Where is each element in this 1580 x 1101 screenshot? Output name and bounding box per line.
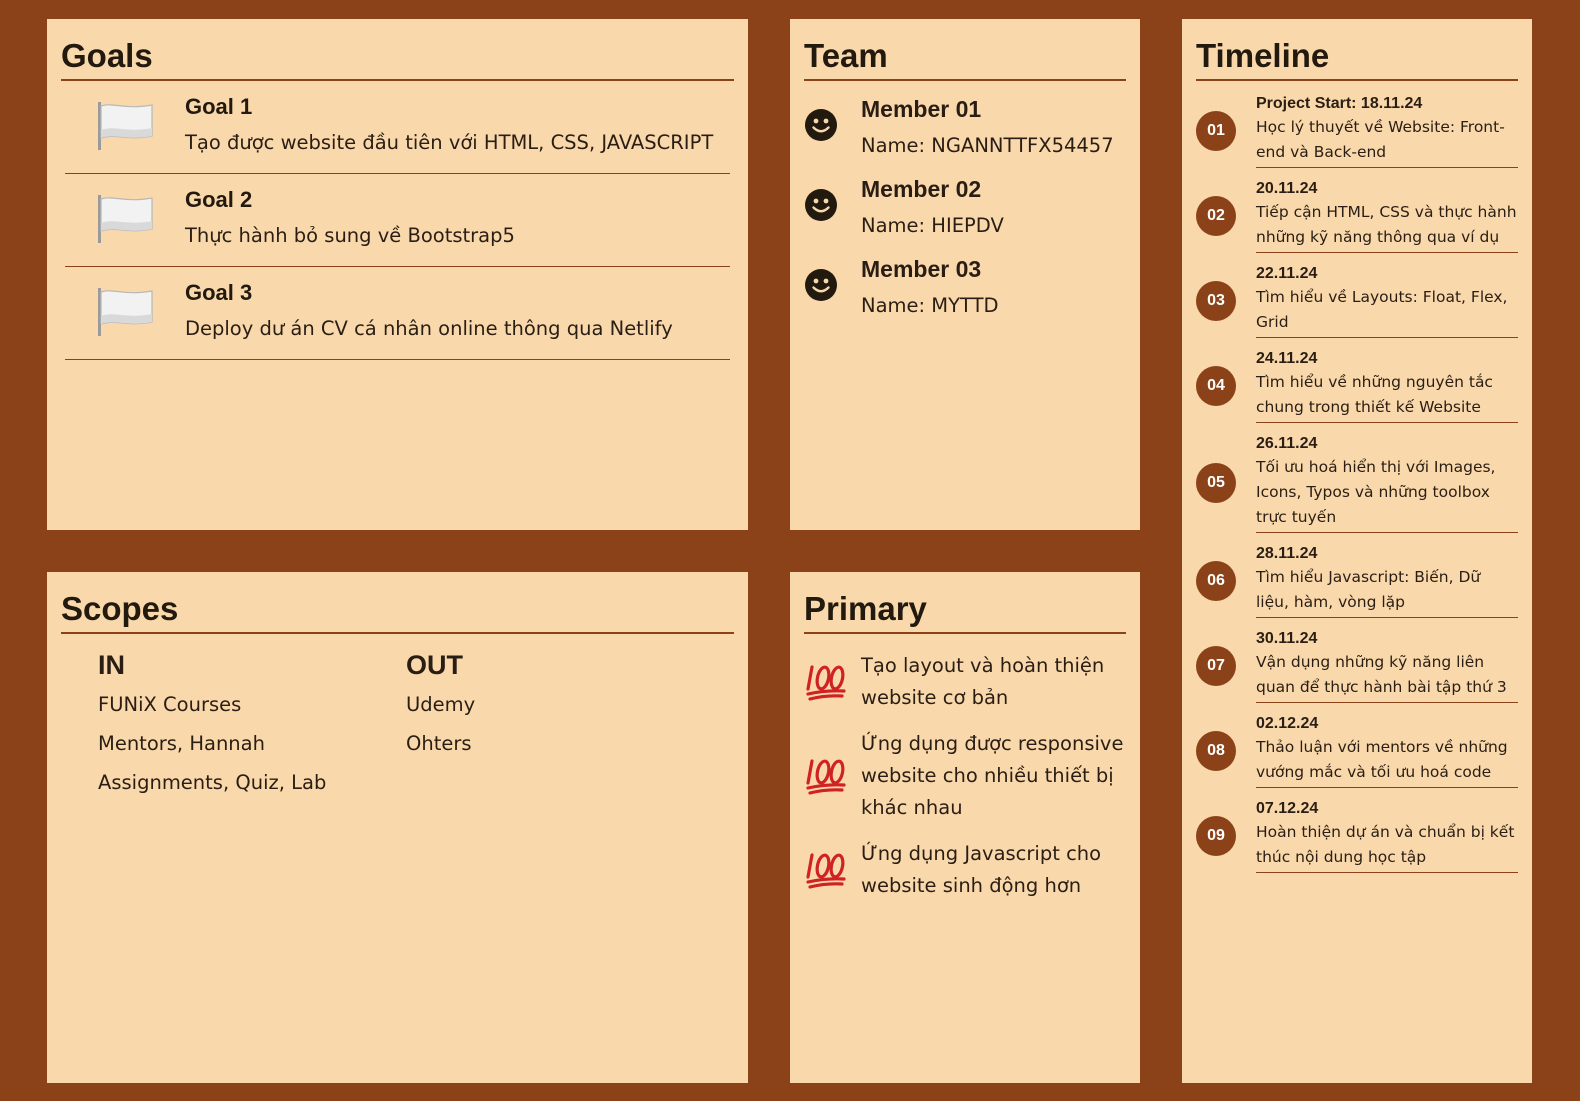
timeline-description: Hoàn thiện dự án và chuẩn bị kết thúc nộ… xyxy=(1256,823,1515,866)
hundred-points-icon xyxy=(804,751,861,801)
timeline-item: 05 26.11.24 Tối ưu hoá hiển thị với Imag… xyxy=(1196,433,1518,533)
step-number-badge: 07 xyxy=(1196,645,1236,686)
timeline-item: 09 07.12.24 Hoàn thiện dự án và chuẩn bị… xyxy=(1196,798,1518,873)
member-name: Name: MYTTD xyxy=(861,294,999,317)
scope-item: Ohters xyxy=(406,732,472,755)
primary-panel: Primary Tạo layout và hoàn thiện website… xyxy=(790,572,1140,1083)
smiley-icon xyxy=(804,188,861,226)
timeline-date: 22.11.24 xyxy=(1256,265,1318,282)
member-title: Member 03 xyxy=(861,256,982,282)
timeline-date: 02.12.24 xyxy=(1256,715,1319,732)
timeline-item: 06 28.11.24 Tìm hiểu Javascript: Biến, D… xyxy=(1196,543,1518,618)
timeline-description: Vận dụng những kỹ năng liên quan để thực… xyxy=(1256,653,1507,696)
timeline-item: 04 24.11.24 Tìm hiểu về những nguyên tắc… xyxy=(1196,348,1518,423)
step-number-badge: 08 xyxy=(1196,730,1236,771)
member-name: Name: NGANNTTFX54457 xyxy=(861,134,1114,157)
primary-text: Tạo layout và hoàn thiện website cơ bản xyxy=(861,654,1105,709)
primary-heading: Primary xyxy=(804,586,1126,634)
scopes-heading: Scopes xyxy=(61,586,734,634)
primary-item: Tạo layout và hoàn thiện website cơ bản xyxy=(804,650,1126,714)
timeline-description: Học lý thuyết về Website: Front-end và B… xyxy=(1256,118,1505,161)
smiley-icon xyxy=(804,108,861,146)
timeline-item: 07 30.11.24 Vận dụng những kỹ năng liên … xyxy=(1196,628,1518,703)
team-member: Member 02 Name: HIEPDV xyxy=(804,161,1126,241)
scope-item: FUNiX Courses xyxy=(98,693,242,716)
step-number-badge: 03 xyxy=(1196,280,1236,321)
smiley-icon xyxy=(804,268,861,306)
goal-description: Thực hành bỏ sung về Bootstrap5 xyxy=(185,224,515,247)
primary-text: Ứng dụng được responsive website cho nhi… xyxy=(861,732,1124,819)
timeline-item: 03 22.11.24 Tìm hiểu về Layouts: Float, … xyxy=(1196,263,1518,338)
timeline-date: 30.11.24 xyxy=(1256,630,1318,647)
timeline-description: Thảo luận với mentors về những vướng mắc… xyxy=(1256,738,1508,781)
timeline-date: 26.11.24 xyxy=(1256,435,1318,452)
timeline-date: 20.11.24 xyxy=(1256,180,1318,197)
goal-item: Goal 3 Deploy dư án CV cá nhân online th… xyxy=(65,267,730,360)
timeline-description: Tối ưu hoá hiển thị với Images, Icons, T… xyxy=(1256,458,1496,526)
scope-in-heading: IN xyxy=(98,650,125,680)
primary-text: Ứng dụng Javascript cho website sinh độn… xyxy=(861,842,1102,897)
goal-title: Goal 1 xyxy=(185,94,253,119)
timeline-date: 28.11.24 xyxy=(1256,545,1318,562)
hundred-points-icon xyxy=(804,845,861,895)
step-number-badge: 06 xyxy=(1196,560,1236,601)
team-member: Member 03 Name: MYTTD xyxy=(804,241,1126,321)
scope-out-heading: OUT xyxy=(406,650,463,680)
primary-item: Ứng dụng Javascript cho website sinh độn… xyxy=(804,838,1126,902)
step-number-badge: 05 xyxy=(1196,463,1236,503)
white-flag-icon xyxy=(65,193,185,245)
member-title: Member 01 xyxy=(861,96,982,122)
step-number-badge: 01 xyxy=(1196,110,1236,151)
white-flag-icon xyxy=(65,286,185,338)
timeline-item: 08 02.12.24 Thảo luận với mentors về nhữ… xyxy=(1196,713,1518,788)
goal-description: Deploy dư án CV cá nhân online thông qua… xyxy=(185,317,673,340)
primary-item: Ứng dụng được responsive website cho nhi… xyxy=(804,728,1126,824)
scope-out-column: OUT Udemy Ohters xyxy=(406,648,714,796)
goal-description: Tạo được website đầu tiên với HTML, CSS,… xyxy=(185,131,714,154)
scopes-panel: Scopes IN FUNiX Courses Mentors, Hannah … xyxy=(47,572,748,1083)
timeline-date: 24.11.24 xyxy=(1256,350,1318,367)
scope-item: Udemy xyxy=(406,693,476,716)
timeline-date: 07.12.24 xyxy=(1256,800,1319,817)
team-panel: Team Member 01 Name: NGANNTTFX54457 Memb… xyxy=(790,19,1140,530)
member-title: Member 02 xyxy=(861,176,982,202)
team-member: Member 01 Name: NGANNTTFX54457 xyxy=(804,81,1126,161)
hundred-points-icon xyxy=(804,657,861,707)
timeline-date: Project Start: 18.11.24 xyxy=(1256,95,1423,112)
timeline-item: 01 Project Start: 18.11.24 Học lý thuyết… xyxy=(1196,93,1518,168)
timeline-heading: Timeline xyxy=(1196,33,1518,81)
timeline-description: Tìm hiểu về Layouts: Float, Flex, Grid xyxy=(1256,288,1508,331)
scope-in-column: IN FUNiX Courses Mentors, Hannah Assignm… xyxy=(98,648,406,796)
goal-title: Goal 3 xyxy=(185,280,253,305)
team-heading: Team xyxy=(804,33,1126,81)
step-number-badge: 02 xyxy=(1196,195,1236,236)
timeline-item: 02 20.11.24 Tiếp cận HTML, CSS và thực h… xyxy=(1196,178,1518,253)
goal-item: Goal 2 Thực hành bỏ sung về Bootstrap5 xyxy=(65,174,730,267)
member-name: Name: HIEPDV xyxy=(861,214,1004,237)
step-number-badge: 04 xyxy=(1196,365,1236,406)
white-flag-icon xyxy=(65,100,185,152)
scope-item: Assignments, Quiz, Lab xyxy=(98,771,327,794)
goal-title: Goal 2 xyxy=(185,187,253,212)
timeline-list: 01 Project Start: 18.11.24 Học lý thuyết… xyxy=(1196,93,1518,873)
timeline-description: Tìm hiểu về những nguyên tắc chung trong… xyxy=(1256,373,1493,416)
goals-heading: Goals xyxy=(61,33,734,81)
goal-item: Goal 1 Tạo được website đầu tiên với HTM… xyxy=(65,81,730,174)
timeline-panel: Timeline 01 Project Start: 18.11.24 Học … xyxy=(1182,19,1532,1083)
timeline-description: Tiếp cận HTML, CSS và thực hành những kỹ… xyxy=(1256,203,1517,246)
timeline-description: Tìm hiểu Javascript: Biến, Dữ liệu, hàm,… xyxy=(1256,568,1481,611)
scope-item: Mentors, Hannah xyxy=(98,732,265,755)
goals-panel: Goals Goal 1 Tạo được website đầu tiên v… xyxy=(47,19,748,530)
step-number-badge: 09 xyxy=(1196,815,1236,856)
